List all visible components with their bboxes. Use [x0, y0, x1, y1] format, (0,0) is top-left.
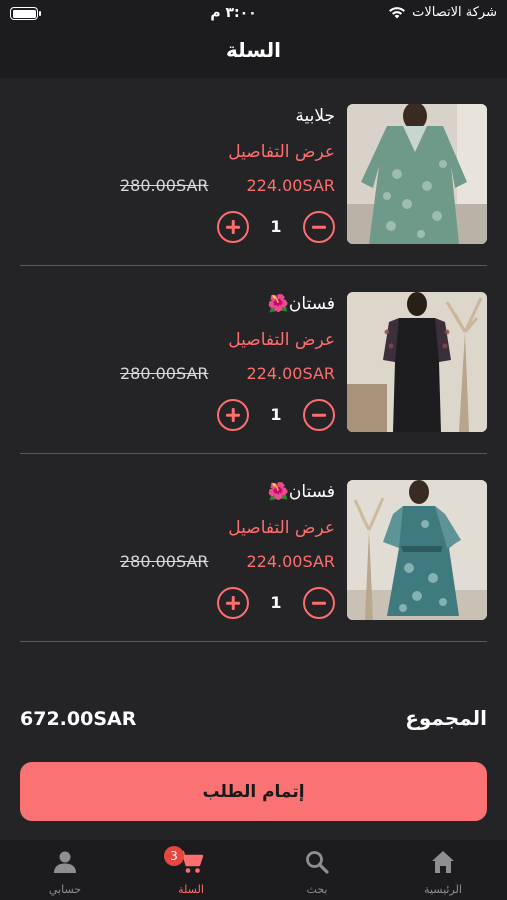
tab-cart[interactable]: 3 السلة — [128, 840, 254, 900]
divider — [20, 641, 487, 642]
checkout-button-label: إتمام الطلب — [202, 781, 305, 802]
total-value: 672.00SAR — [20, 708, 137, 730]
product-image[interactable] — [347, 292, 487, 432]
search-icon — [303, 848, 331, 876]
status-bar: ٣:٠٠ م شركة الاتصالات — [0, 0, 507, 28]
product-price: 224.00SAR — [246, 176, 336, 195]
decrease-quantity-button[interactable] — [303, 587, 335, 619]
quantity-stepper: 1 — [217, 399, 335, 433]
increase-quantity-button[interactable] — [217, 211, 249, 243]
product-old-price: 280.00SAR — [120, 552, 209, 571]
product-image[interactable] — [347, 480, 487, 620]
product-old-price: 280.00SAR — [120, 176, 209, 195]
home-icon — [429, 848, 457, 876]
cart-item: فستان🌺 عرض التفاصيل 224.00SAR 280.00SAR … — [0, 454, 507, 642]
total-label: المجموع — [405, 706, 487, 730]
quantity-value: 1 — [270, 217, 282, 236]
product-name: فستان🌺 — [267, 294, 335, 314]
tab-home[interactable]: الرئيسية — [380, 840, 506, 900]
view-details-link[interactable]: عرض التفاصيل — [228, 518, 335, 538]
product-name: فستان🌺 — [267, 482, 335, 502]
quantity-value: 1 — [270, 405, 282, 424]
tab-label: السلة — [178, 883, 204, 896]
cart-item: جلابية عرض التفاصيل 224.00SAR 280.00SAR … — [0, 78, 507, 266]
decrease-quantity-button[interactable] — [303, 399, 335, 431]
wifi-icon — [388, 6, 406, 19]
product-image[interactable] — [347, 104, 487, 244]
cart-list: جلابية عرض التفاصيل 224.00SAR 280.00SAR … — [0, 78, 507, 642]
quantity-stepper: 1 — [217, 211, 335, 245]
cart-item: فستان🌺 عرض التفاصيل 224.00SAR 280.00SAR … — [0, 266, 507, 454]
tab-account[interactable]: حسابي — [2, 840, 128, 900]
tab-bar: حسابي 3 السلة بحث الرئيسية — [0, 840, 507, 900]
product-price: 224.00SAR — [246, 364, 336, 383]
cart-count-badge: 3 — [164, 846, 184, 866]
tab-search[interactable]: بحث — [254, 840, 380, 900]
product-price: 224.00SAR — [246, 552, 336, 571]
checkout-button[interactable]: إتمام الطلب — [20, 762, 487, 821]
top-bar: ٣:٠٠ م شركة الاتصالات السلة — [0, 0, 507, 78]
tab-label: بحث — [306, 883, 328, 896]
person-icon — [51, 848, 79, 876]
page-title: السلة — [225, 38, 281, 62]
view-details-link[interactable]: عرض التفاصيل — [228, 330, 335, 350]
carrier-name: شركة الاتصالات — [412, 5, 497, 20]
carrier: شركة الاتصالات — [388, 5, 497, 20]
tab-label: الرئيسية — [424, 883, 462, 896]
view-details-link[interactable]: عرض التفاصيل — [228, 142, 335, 162]
product-name: جلابية — [295, 106, 335, 126]
increase-quantity-button[interactable] — [217, 399, 249, 431]
quantity-stepper: 1 — [217, 587, 335, 621]
tab-label: حسابي — [48, 883, 82, 896]
decrease-quantity-button[interactable] — [303, 211, 335, 243]
product-old-price: 280.00SAR — [120, 364, 209, 383]
increase-quantity-button[interactable] — [217, 587, 249, 619]
quantity-value: 1 — [270, 593, 282, 612]
